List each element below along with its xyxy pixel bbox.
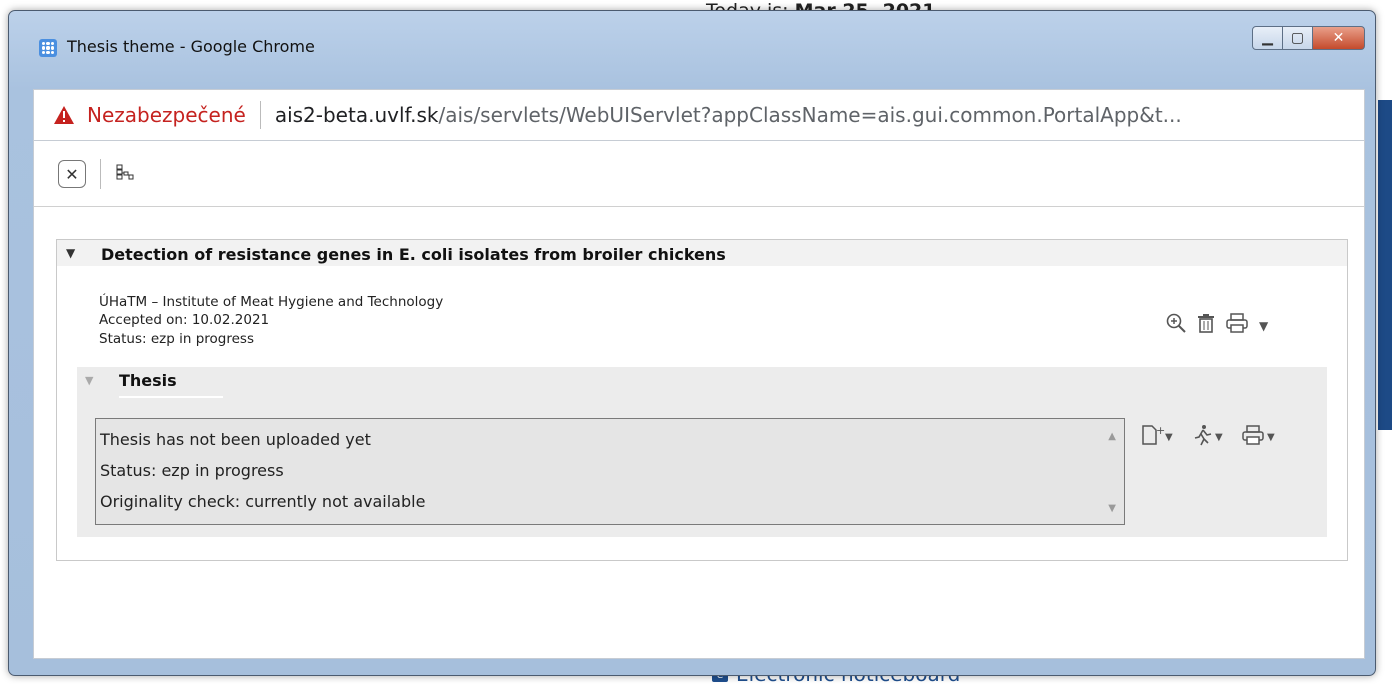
thesis-panel-header[interactable]: ▼ Detection of resistance genes in E. co… xyxy=(57,240,1347,266)
address-separator xyxy=(259,101,261,129)
warning-icon xyxy=(53,105,75,125)
close-window-button[interactable]: ✕ xyxy=(1313,26,1365,50)
section-collapse-icon[interactable]: ▼ xyxy=(85,374,93,387)
close-dialog-button[interactable]: ✕ xyxy=(58,160,86,188)
scroll-up-icon[interactable]: ▲ xyxy=(1108,431,1116,442)
minimize-button[interactable]: ▁ xyxy=(1252,26,1283,50)
minimize-icon: ▁ xyxy=(1262,30,1273,46)
url-host: ais2-beta.uvlf.sk xyxy=(274,103,439,127)
svg-text:▼: ▼ xyxy=(1215,432,1223,443)
toolbar: ✕ xyxy=(34,141,1364,207)
thesis-accepted: Accepted on: 10.02.2021 xyxy=(99,312,270,328)
thesis-panel: ▼ Detection of resistance genes in E. co… xyxy=(56,239,1348,561)
zoom-in-icon[interactable] xyxy=(1165,312,1187,340)
background-edge xyxy=(1378,100,1392,430)
svg-text:▼: ▼ xyxy=(1165,432,1173,443)
url-path: /ais/servlets/WebUIServlet?appClassName=… xyxy=(438,103,1182,127)
maximize-button[interactable]: ▢ xyxy=(1283,26,1313,50)
security-label[interactable]: Nezabezpečené xyxy=(87,103,246,127)
address-bar[interactable]: Nezabezpečené ais2-beta.uvlf.sk/ais/serv… xyxy=(33,89,1365,141)
collapse-icon[interactable]: ▼ xyxy=(66,246,75,260)
print-icon[interactable] xyxy=(1225,312,1249,340)
new-document-icon[interactable]: + ▼ xyxy=(1141,424,1175,452)
svg-text:▼: ▼ xyxy=(1267,432,1275,443)
trash-icon[interactable] xyxy=(1195,312,1217,340)
thesis-status: Status: ezp in progress xyxy=(99,331,254,347)
print-dropdown-icon[interactable]: ▼ xyxy=(1259,319,1268,333)
thesis-actions: ▼ xyxy=(1165,312,1268,340)
info-line-uploaded: Thesis has not been uploaded yet xyxy=(100,430,371,449)
info-line-originality: Originality check: currently not availab… xyxy=(100,492,426,511)
print-icon[interactable]: ▼ xyxy=(1241,424,1279,452)
chrome-window: Thesis theme - Google Chrome ▁ ▢ ✕ Nezab… xyxy=(8,10,1376,676)
thesis-department: ÚHaTM – Institute of Meat Hygiene and Te… xyxy=(99,294,444,310)
runner-icon[interactable]: ▼ xyxy=(1191,424,1225,452)
svg-text:+: + xyxy=(1156,424,1165,437)
app-icon xyxy=(39,39,57,57)
info-line-status: Status: ezp in progress xyxy=(100,461,284,480)
close-icon: ✕ xyxy=(65,164,79,184)
scroll-down-icon[interactable]: ▼ xyxy=(1108,503,1116,514)
close-icon: ✕ xyxy=(1332,30,1345,46)
section-actions: + ▼ ▼ ▼ xyxy=(1141,424,1279,452)
thesis-section: ▼ Thesis Thesis has not been uploaded ye… xyxy=(77,367,1327,537)
hierarchy-icon[interactable] xyxy=(116,163,134,186)
section-title: Thesis xyxy=(119,371,223,398)
thesis-title: Detection of resistance genes in E. coli… xyxy=(101,245,726,264)
toolbar-separator xyxy=(100,159,101,189)
maximize-icon: ▢ xyxy=(1290,30,1305,46)
thesis-info-box[interactable]: Thesis has not been uploaded yet Status:… xyxy=(95,418,1125,525)
title-bar[interactable]: Thesis theme - Google Chrome ▁ ▢ ✕ xyxy=(9,11,1375,83)
window-title: Thesis theme - Google Chrome xyxy=(67,37,315,56)
page-content: ✕ ▼ Detection of resistance genes in E. … xyxy=(33,141,1365,659)
